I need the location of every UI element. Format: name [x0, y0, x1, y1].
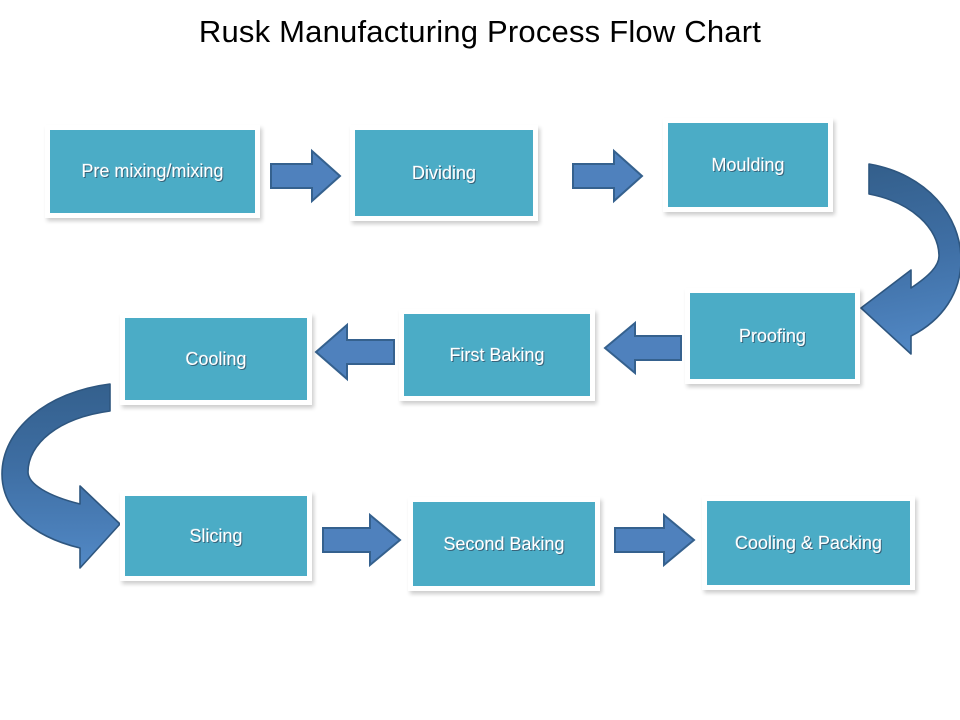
- arrow-proofing-to-first-baking: [603, 320, 682, 376]
- process-node-cooling[interactable]: Cooling: [120, 313, 312, 405]
- curved-arrow-moulding-to-proofing: [860, 163, 960, 355]
- flowchart-canvas: Rusk Manufacturing Process Flow Chart Pr…: [0, 0, 960, 720]
- process-node-pre-mixing[interactable]: Pre mixing/mixing: [45, 125, 260, 218]
- process-node-label: Cooling & Packing: [734, 532, 883, 553]
- arrow-slicing-to-second-baking: [322, 512, 402, 568]
- process-node-second-baking[interactable]: Second Baking: [408, 497, 600, 591]
- process-node-label: Moulding: [711, 154, 785, 175]
- process-node-label: Proofing: [738, 325, 807, 346]
- page-title: Rusk Manufacturing Process Flow Chart: [198, 14, 762, 49]
- process-node-label: Cooling: [185, 348, 247, 369]
- arrow-first-baking-to-cooling: [314, 322, 395, 382]
- arrow-second-baking-to-cooling-packing: [614, 512, 696, 568]
- arrow-dividing-to-moulding: [572, 148, 644, 204]
- process-node-label: Second Baking: [443, 533, 565, 554]
- process-node-proofing[interactable]: Proofing: [685, 288, 860, 384]
- process-node-dividing[interactable]: Dividing: [350, 125, 538, 221]
- process-node-first-baking[interactable]: First Baking: [399, 309, 595, 401]
- process-node-slicing[interactable]: Slicing: [120, 491, 312, 581]
- process-node-label: Pre mixing/mixing: [81, 161, 224, 182]
- process-node-moulding[interactable]: Moulding: [663, 118, 833, 212]
- arrow-pre-mixing-to-dividing: [270, 148, 342, 204]
- process-node-label: Dividing: [411, 162, 477, 183]
- process-node-label: First Baking: [449, 344, 545, 365]
- curved-arrow-cooling-to-slicing: [1, 383, 121, 569]
- process-node-label: Slicing: [189, 525, 243, 546]
- process-node-cooling-packing[interactable]: Cooling & Packing: [702, 496, 915, 590]
